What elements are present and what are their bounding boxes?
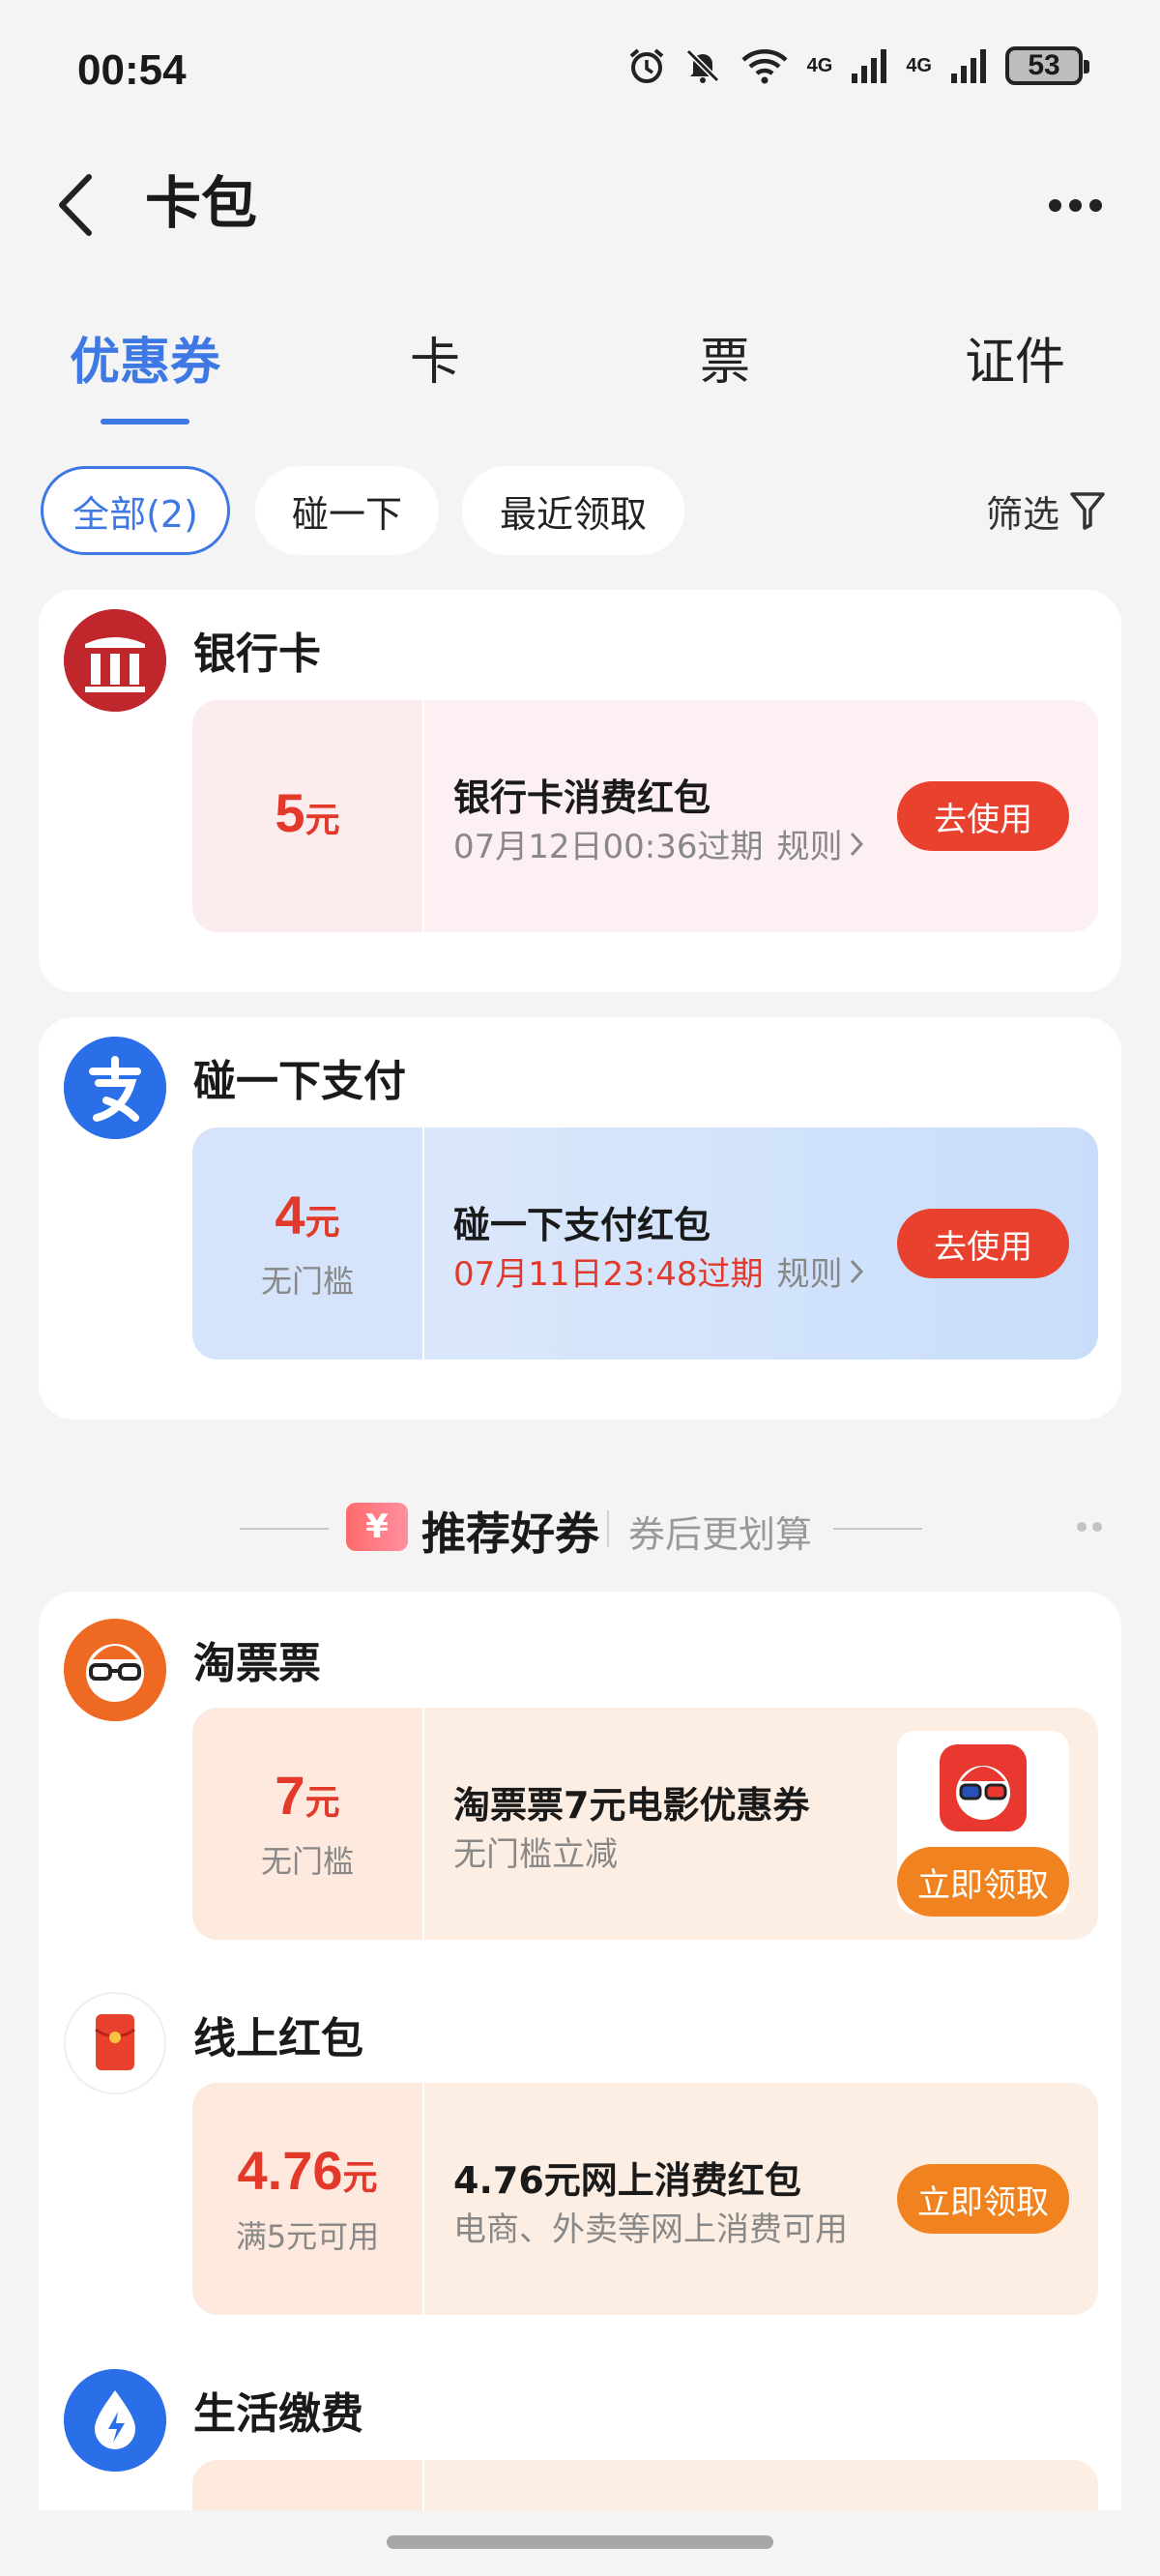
- taopiaopiao-app-icon: [940, 1744, 1027, 1831]
- divider-line: [833, 1528, 922, 1530]
- coupon-title: 银行卡消费红包: [453, 776, 711, 819]
- battery-indicator: 53: [1005, 46, 1089, 85]
- divider-line: [240, 1528, 329, 1530]
- rules-link[interactable]: 规则: [777, 1247, 864, 1295]
- coupon-detail-panel: 淘票票7元电影优惠券 无门槛立减 立即领取: [424, 1708, 1098, 1940]
- coupon-ticket: 5元 银行卡消费红包 07月12日00:36过期 规则 去使用: [192, 700, 1098, 932]
- coupon-ticket: 7元 无门槛 淘票票7元电影优惠券 无门槛立减 立即领取: [192, 1708, 1098, 1940]
- coupon-card-tap-pay: 碰一下支付 4元 无门槛 碰一下支付红包 07月11日23:48过期 规则 去使…: [39, 1017, 1121, 1420]
- claim-coupon-button[interactable]: 立即领取: [897, 2164, 1069, 2234]
- red-packet-logo-icon: [64, 1992, 166, 2094]
- coupon-description: 无门槛立减: [453, 1835, 618, 1874]
- merchant-name: 淘票票: [193, 1639, 321, 1688]
- active-tab-indicator: [101, 419, 189, 424]
- back-arrow-icon: [59, 174, 92, 236]
- more-dot-icon: [1088, 198, 1102, 212]
- use-coupon-button[interactable]: 去使用: [897, 781, 1069, 851]
- tab-cards[interactable]: 卡: [319, 319, 551, 406]
- section-more-icon[interactable]: [1077, 1522, 1102, 1532]
- wifi-icon: [741, 49, 788, 84]
- chip-tap[interactable]: 碰一下: [255, 466, 439, 555]
- coupon-detail-panel: 银行卡消费红包 07月12日00:36过期 规则 去使用: [424, 700, 1098, 932]
- page-title: 卡包: [145, 170, 258, 236]
- recommend-section-header: ¥ 推荐好券 券后更划算: [0, 1489, 1160, 1566]
- status-time: 00:54: [77, 46, 187, 94]
- signal-icon-1: [852, 49, 887, 83]
- coupon-amount: 4.76元: [237, 2139, 378, 2201]
- coupon-description: 电商、外卖等网上消费可用: [453, 2210, 848, 2249]
- coupon-condition: 无门槛: [260, 1262, 354, 1300]
- bank-logo-icon: [64, 609, 166, 712]
- chip-recent[interactable]: 最近领取: [462, 466, 684, 555]
- coupon-title: 碰一下支付红包: [453, 1204, 711, 1246]
- coupon-detail-panel: 4.76元网上消费红包 电商、外卖等网上消费可用 立即领取: [424, 2083, 1098, 2315]
- coupon-amount: 7元: [275, 1764, 340, 1826]
- coupon-value-panel: 5元: [192, 700, 422, 932]
- coupon-title: 4.76元网上消费红包: [453, 2159, 801, 2202]
- more-dot-icon: [1068, 198, 1082, 212]
- coupon-meta: 07月12日00:36过期 规则: [453, 820, 864, 867]
- filter-label: 筛选: [985, 492, 1059, 536]
- coupon-condition: 无门槛: [260, 1842, 354, 1880]
- network-type-1: 4G: [806, 54, 833, 76]
- taopiaopiao-logo-icon: [64, 1619, 166, 1721]
- coupon-condition: 满5元可用: [235, 2217, 380, 2255]
- coupon-value-panel: 4元 无门槛: [192, 1127, 422, 1360]
- use-coupon-button[interactable]: 去使用: [897, 1209, 1069, 1278]
- coupon-title: 淘票票7元电影优惠券: [453, 1784, 810, 1827]
- coupon-ticket: 4元 无门槛 碰一下支付红包 07月11日23:48过期 规则 去使用: [192, 1127, 1098, 1360]
- network-type-2: 4G: [906, 54, 932, 76]
- coupon-card-bank: 银行卡 5元 银行卡消费红包 07月12日00:36过期 规则 去使用: [39, 590, 1121, 992]
- alarm-icon: [629, 48, 663, 83]
- category-tabs: 优惠券 卡 票 证件: [0, 319, 1160, 425]
- filter-button[interactable]: 筛选: [986, 466, 1106, 555]
- section-title: 推荐好券: [421, 1508, 599, 1560]
- nav-header: 卡包: [0, 145, 1160, 271]
- home-indicator[interactable]: [387, 2535, 773, 2549]
- coupon-detail-panel: 碰一下支付红包 07月11日23:48过期 规则 去使用: [424, 1127, 1098, 1360]
- more-dot-icon: [1048, 198, 1061, 212]
- coupon-meta: 无门槛立减: [453, 1828, 618, 1875]
- chevron-right-icon: [850, 1259, 863, 1283]
- coupon-expiry: 07月12日00:36过期: [453, 828, 764, 866]
- filter-chips: 全部(2) 碰一下 最近领取 筛选: [0, 466, 1160, 555]
- alipay-logo-icon: [64, 1037, 166, 1139]
- coupon-value-panel: 7元 无门槛: [192, 1708, 422, 1940]
- battery-level: 53: [1028, 49, 1060, 81]
- merchant-name: 银行卡: [193, 629, 321, 679]
- chip-all[interactable]: 全部(2): [41, 466, 230, 555]
- merchant-name: 线上红包: [193, 2014, 363, 2064]
- coupon-amount: 4元: [275, 1184, 340, 1245]
- coupon-meta: 电商、外卖等网上消费可用: [453, 2203, 848, 2250]
- chevron-right-icon: [850, 832, 863, 856]
- tab-documents[interactable]: 证件: [899, 319, 1131, 406]
- signal-icon-2: [951, 49, 986, 83]
- back-button[interactable]: [46, 166, 104, 244]
- utility-payment-logo-icon: [64, 2369, 166, 2472]
- rules-link[interactable]: 规则: [777, 820, 864, 867]
- divider: [607, 1510, 609, 1547]
- tab-tickets[interactable]: 票: [609, 319, 841, 406]
- coupon-ticket: 4.76元 满5元可用 4.76元网上消费红包 电商、外卖等网上消费可用 立即领…: [192, 2083, 1098, 2315]
- status-icons: 4G 4G 53: [627, 46, 1089, 85]
- recommended-coupons-card: 淘票票 7元 无门槛 淘票票7元电影优惠券 无门槛立减 立即领取 线上红包 4.…: [39, 1592, 1121, 2576]
- coupon-value-panel: 4.76元 满5元可用: [192, 2083, 422, 2315]
- tab-coupons[interactable]: 优惠券: [29, 319, 261, 406]
- coupon-amount: 5元: [275, 781, 340, 843]
- coupon-meta: 07月11日23:48过期 规则: [453, 1247, 864, 1295]
- more-menu-button[interactable]: [1036, 166, 1114, 244]
- coupon-ticket-icon: ¥: [346, 1503, 408, 1551]
- status-bar: 00:54 4G 4G 53: [0, 0, 1160, 145]
- merchant-name: 碰一下支付: [193, 1057, 406, 1106]
- funnel-icon: [1070, 492, 1105, 530]
- coupon-expiry: 07月11日23:48过期: [453, 1255, 764, 1294]
- mute-bell-icon: [685, 48, 719, 83]
- claim-coupon-button[interactable]: 立即领取: [897, 1847, 1069, 1917]
- section-subtitle: 券后更划算: [628, 1513, 813, 1556]
- merchant-name: 生活缴费: [193, 2389, 363, 2439]
